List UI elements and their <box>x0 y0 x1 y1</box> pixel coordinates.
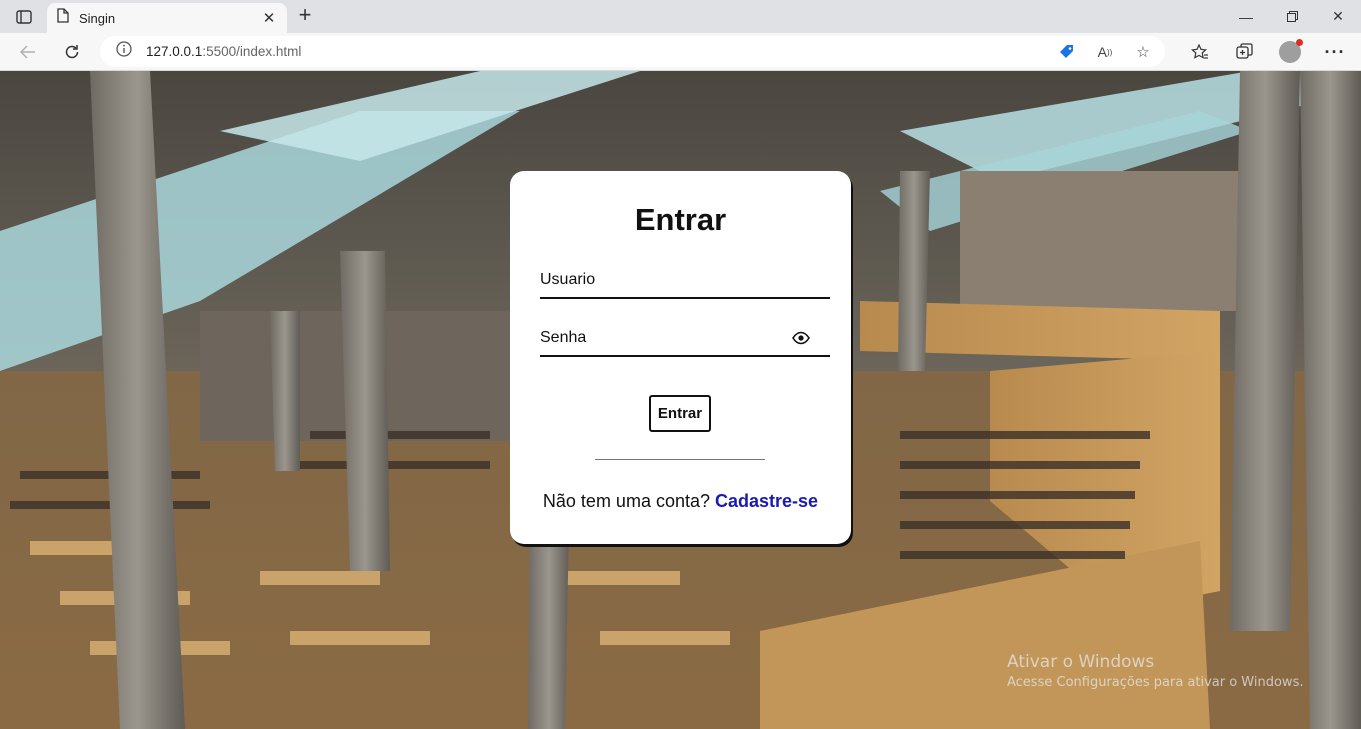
read-aloud-icon[interactable]: A)) <box>1095 42 1115 62</box>
profile-avatar-icon[interactable] <box>1279 39 1303 63</box>
watermark-title: Ativar o Windows <box>1007 652 1155 672</box>
reload-icon[interactable] <box>58 39 86 65</box>
password-field-container <box>540 321 830 357</box>
signup-link[interactable]: Cadastre-se <box>715 491 818 511</box>
windows-activation-watermark: Ativar o Windows Acesse Configurações pa… <box>1007 652 1303 690</box>
address-bar[interactable]: 127.0.0.1:5500/index.html A)) ☆ <box>100 36 1165 67</box>
close-tab-icon[interactable]: ✕ <box>261 9 277 27</box>
back-icon[interactable] <box>14 39 42 65</box>
restore-icon[interactable] <box>1269 0 1315 33</box>
url-text: 127.0.0.1:5500/index.html <box>146 44 301 59</box>
tab-actions-icon[interactable] <box>10 6 38 28</box>
url-path: :5500/index.html <box>202 44 302 59</box>
watermark-subtitle: Acesse Configurações para ativar o Windo… <box>1007 675 1304 690</box>
page-viewport: Entrar Entrar Não tem uma conta? Cadastr… <box>0 71 1361 729</box>
divider <box>595 459 765 460</box>
no-account-text: Não tem uma conta? <box>542 491 710 511</box>
username-field-container <box>540 263 830 299</box>
signup-prompt: Não tem uma conta? Cadastre-se <box>510 491 851 512</box>
new-tab-icon[interactable]: + <box>293 4 317 27</box>
login-title: Entrar <box>634 202 727 237</box>
login-submit-button[interactable]: Entrar <box>649 395 711 432</box>
minimize-icon[interactable]: — <box>1223 0 1269 33</box>
more-options-icon[interactable]: ··· <box>1319 39 1351 65</box>
favorites-icon[interactable] <box>1184 39 1216 65</box>
password-input[interactable] <box>540 321 830 355</box>
close-window-icon[interactable]: ✕ <box>1315 0 1361 33</box>
browser-tab[interactable]: Singin ✕ <box>47 3 287 33</box>
url-host: 127.0.0.1 <box>146 44 203 59</box>
login-card: Entrar Entrar Não tem uma conta? Cadastr… <box>510 171 851 544</box>
tab-title: Singin <box>79 10 116 26</box>
username-input[interactable] <box>540 263 830 297</box>
show-password-eye-icon[interactable] <box>792 331 810 345</box>
add-favorite-icon[interactable]: ☆ <box>1133 42 1153 62</box>
browser-tab-bar: Singin ✕ + — ✕ <box>0 0 1361 33</box>
page-icon <box>57 8 69 28</box>
site-info-icon[interactable] <box>116 41 132 62</box>
collections-icon[interactable] <box>1229 39 1261 65</box>
browser-toolbar: 127.0.0.1:5500/index.html A)) ☆ ··· <box>0 33 1361 71</box>
shopping-tag-icon[interactable] <box>1057 42 1077 62</box>
